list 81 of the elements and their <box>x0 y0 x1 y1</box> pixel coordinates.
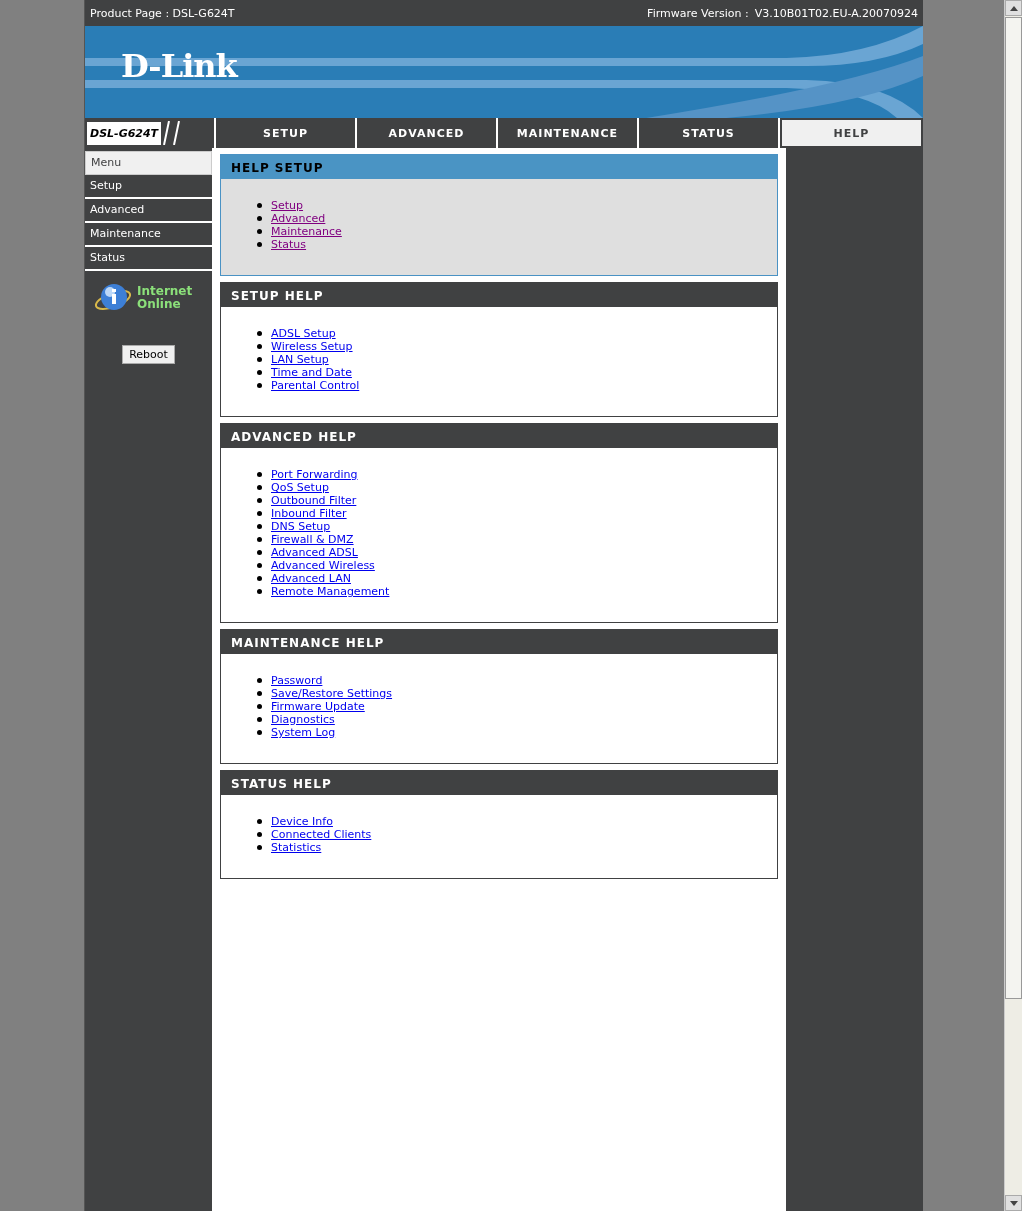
panel-title: HELP SETUP <box>231 161 324 175</box>
bullet <box>257 370 262 375</box>
help-link[interactable]: Statistics <box>271 841 322 854</box>
help-link[interactable]: Advanced LAN <box>271 572 351 585</box>
panel-title: ADVANCED HELP <box>231 430 357 444</box>
help-link[interactable]: Advanced <box>271 212 326 225</box>
model-name: DSL-G624T <box>87 121 162 145</box>
help-link[interactable]: Remote Management <box>271 585 390 598</box>
bullet <box>257 203 262 208</box>
sidebar-item[interactable]: Maintenance <box>85 223 212 247</box>
logo: D-Link <box>121 47 237 85</box>
bullet <box>257 730 262 735</box>
scroll-thumb[interactable] <box>1005 17 1022 999</box>
scroll-down-icon[interactable] <box>1005 1195 1022 1211</box>
help-link[interactable]: Firewall & DMZ <box>271 533 354 546</box>
bullet <box>257 216 262 221</box>
bullet <box>257 819 262 824</box>
panel-title: STATUS HELP <box>231 777 332 791</box>
bullet <box>257 563 262 568</box>
product-label: Product Page : DSL-G624T <box>90 6 235 20</box>
help-link[interactable]: Save/Restore Settings <box>271 687 393 700</box>
bullet <box>257 485 262 490</box>
internet-status: Online <box>137 298 182 311</box>
sidebar-item[interactable]: Menu <box>85 151 212 175</box>
bullet <box>257 717 262 722</box>
bullet <box>257 344 262 349</box>
help-link[interactable]: Advanced Wireless <box>271 559 375 572</box>
bullet <box>257 229 262 234</box>
help-link[interactable]: Setup <box>271 199 304 212</box>
help-link[interactable]: Port Forwarding <box>271 468 358 481</box>
nav-tab[interactable]: ADVANCED <box>357 118 496 148</box>
sidebar-item[interactable]: Setup <box>85 175 212 199</box>
bullet <box>257 550 262 555</box>
help-link[interactable]: LAN Setup <box>271 353 329 366</box>
help-link[interactable]: DNS Setup <box>271 520 331 533</box>
bullet <box>257 576 262 581</box>
firmware-version: V3.10B01T02.EU-A.20070924 <box>754 6 918 20</box>
help-link[interactable]: Device Info <box>271 815 333 828</box>
scrollbar[interactable] <box>1004 0 1022 1211</box>
bullet <box>257 537 262 542</box>
bullet <box>257 832 262 837</box>
help-link[interactable]: Firmware Update <box>271 700 365 713</box>
bullet <box>257 331 262 336</box>
help-link[interactable]: Advanced ADSL <box>271 546 358 559</box>
help-link[interactable]: Time and Date <box>271 366 352 379</box>
bullet <box>257 691 262 696</box>
bullet <box>257 845 262 850</box>
sidebar-item[interactable]: Status <box>85 247 212 271</box>
help-link[interactable]: Password <box>271 674 323 687</box>
help-link[interactable]: Inbound Filter <box>271 507 347 520</box>
help-link[interactable]: Diagnostics <box>271 713 335 726</box>
help-link[interactable]: QoS Setup <box>271 481 329 494</box>
nav-tab[interactable]: SETUP <box>216 118 355 148</box>
firmware-label: Firmware Version : <box>647 6 749 20</box>
help-link[interactable]: Wireless Setup <box>271 340 353 353</box>
bullet <box>257 589 262 594</box>
bullet <box>257 472 262 477</box>
scroll-up-icon[interactable] <box>1005 0 1022 16</box>
bullet <box>257 383 262 388</box>
help-link[interactable]: Connected Clients <box>271 828 372 841</box>
bullet <box>257 511 262 516</box>
help-link[interactable]: ADSL Setup <box>271 327 336 340</box>
nav-tab[interactable]: STATUS <box>639 118 778 148</box>
bullet <box>257 498 262 503</box>
reboot-button[interactable]: Reboot <box>122 345 175 364</box>
help-link[interactable]: Status <box>271 238 307 251</box>
sidebar-item[interactable]: Advanced <box>85 199 212 223</box>
internet-status: Internet <box>137 285 193 298</box>
help-link[interactable]: System Log <box>271 726 336 739</box>
bullet <box>257 678 262 683</box>
panel-title: MAINTENANCE HELP <box>231 636 385 650</box>
bullet <box>257 242 262 247</box>
bullet <box>257 357 262 362</box>
nav-tab[interactable]: HELP <box>780 118 923 148</box>
nav-tab[interactable]: MAINTENANCE <box>498 118 637 148</box>
bullet <box>257 704 262 709</box>
help-link[interactable]: Outbound Filter <box>271 494 357 507</box>
help-link[interactable]: Maintenance <box>271 225 342 238</box>
panel-title: SETUP HELP <box>231 289 324 303</box>
bullet <box>257 524 262 529</box>
help-link[interactable]: Parental Control <box>271 379 360 392</box>
